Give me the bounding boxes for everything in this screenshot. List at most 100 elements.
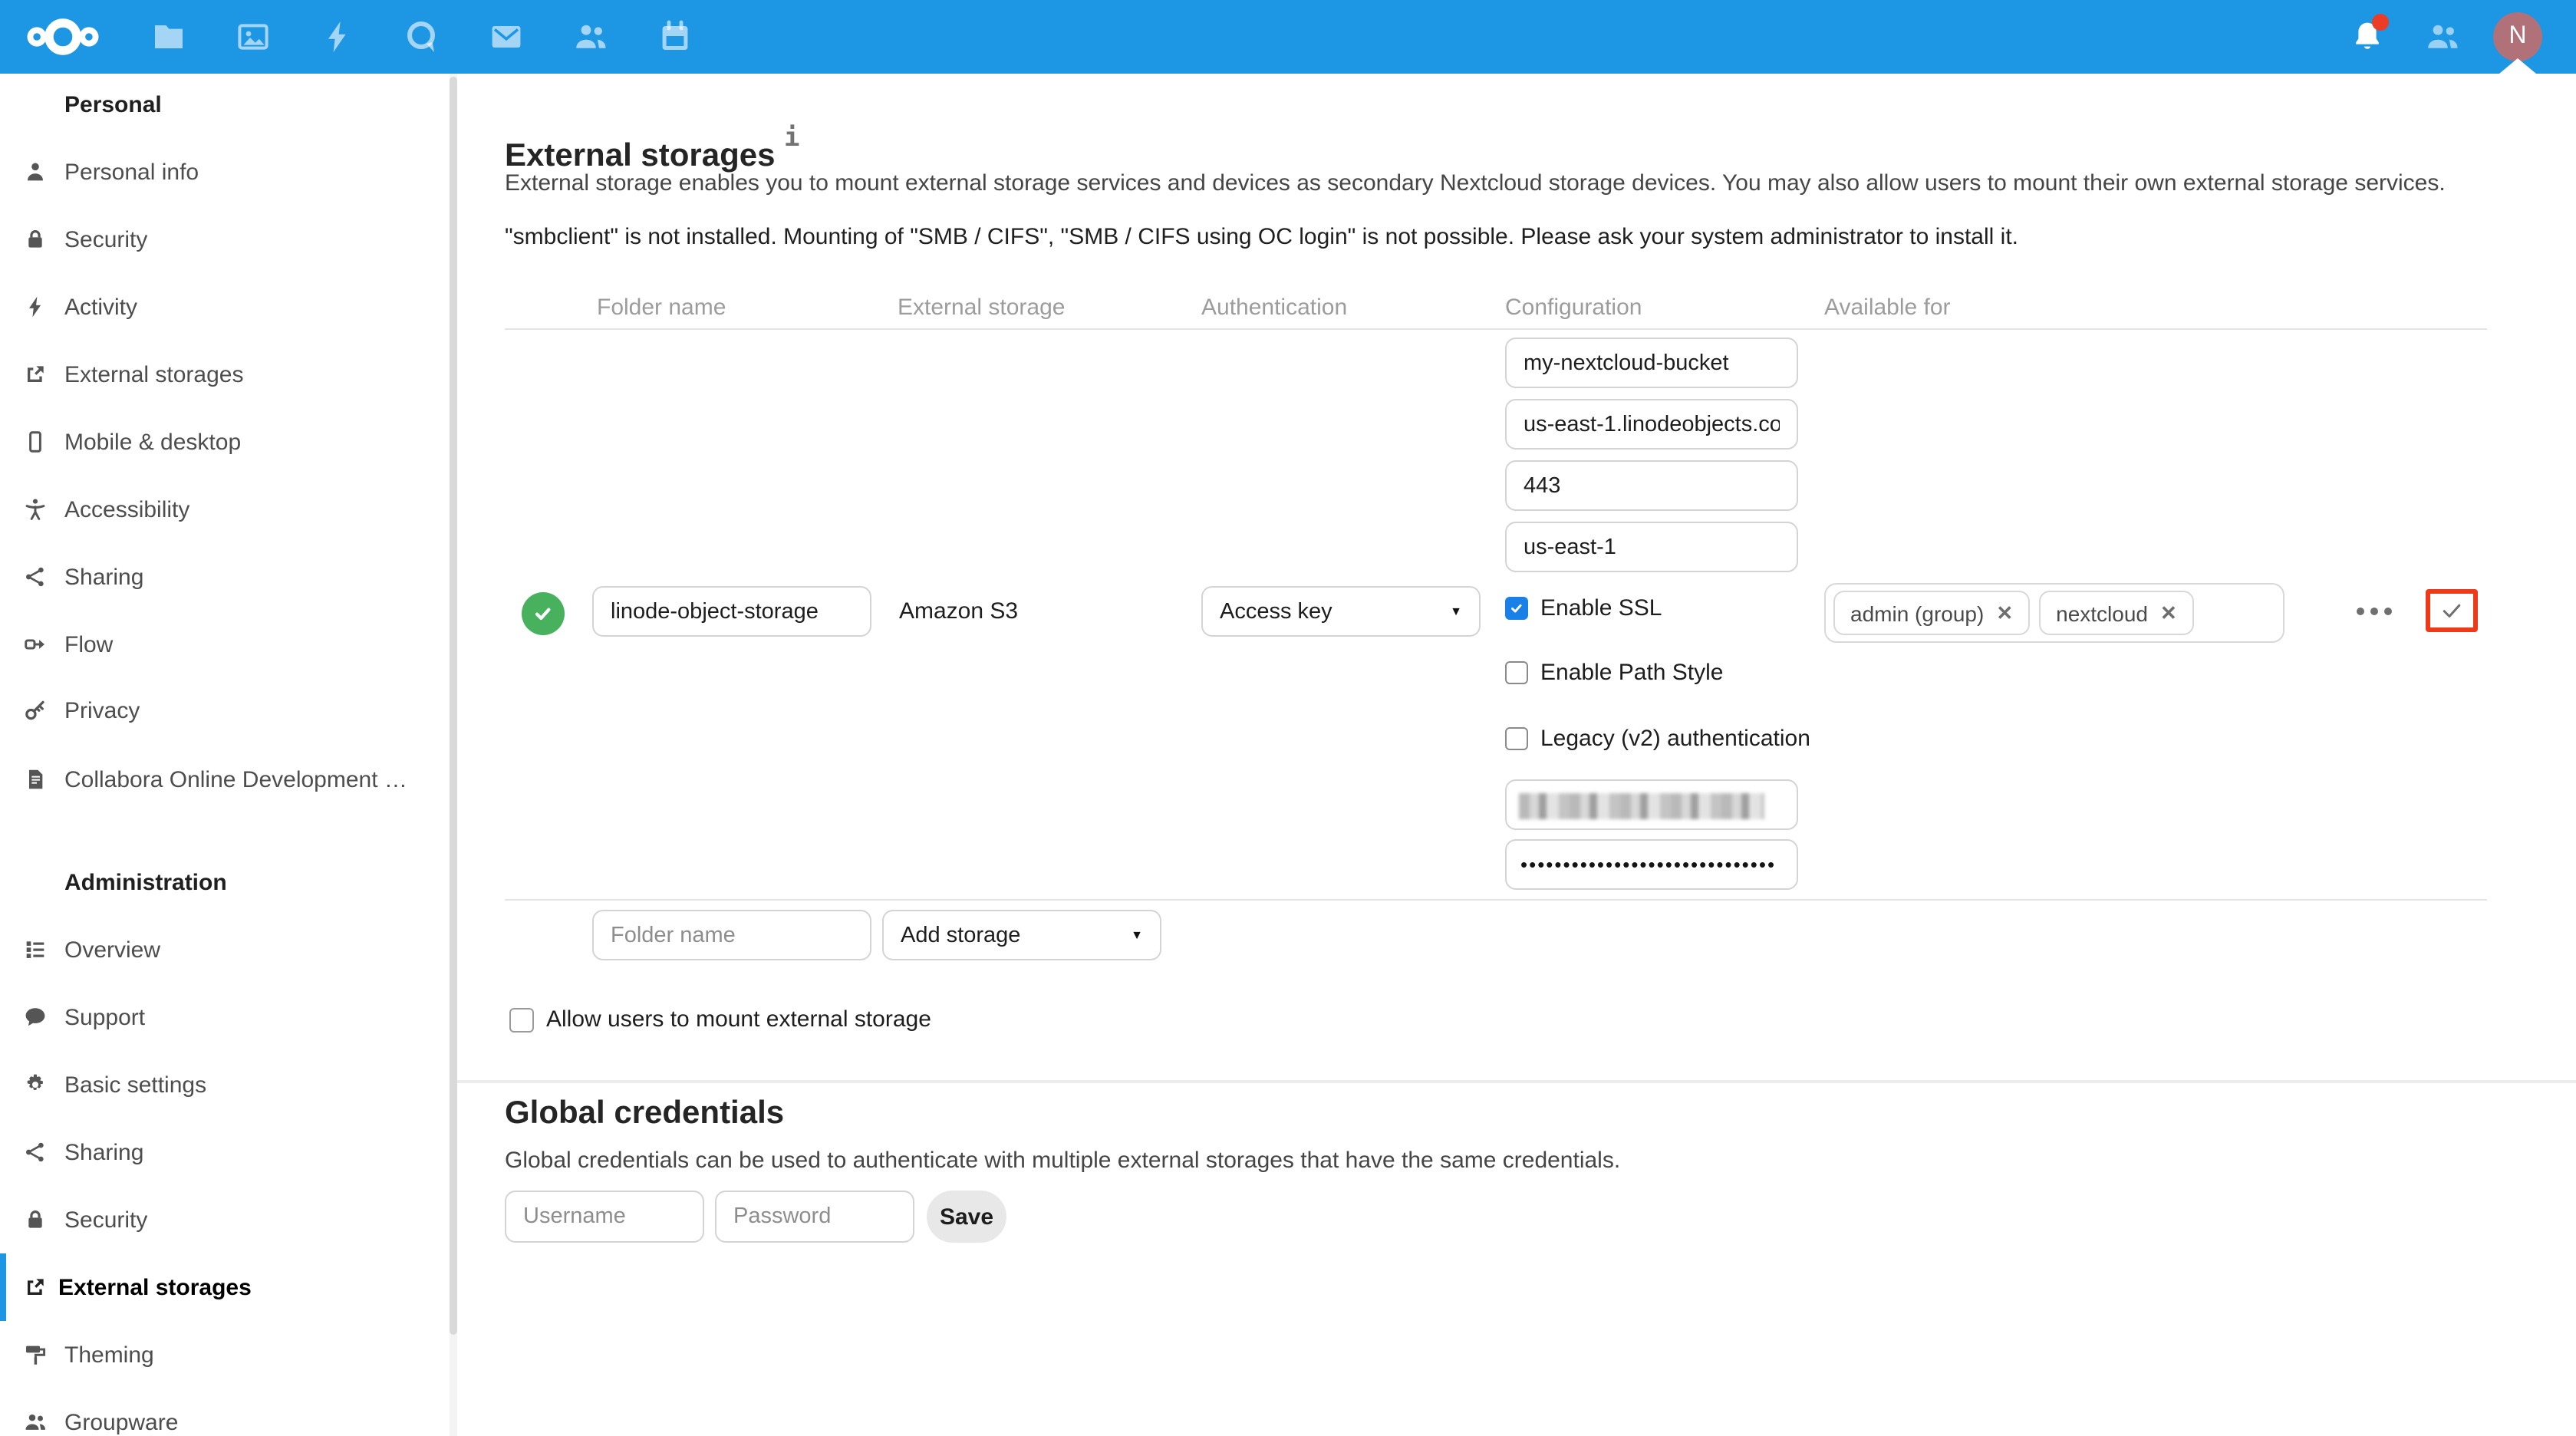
available-for-tag: admin (group) ✕ [1833, 591, 2030, 635]
photos-icon [235, 18, 272, 55]
enable-path-style-label: Enable Path Style [1540, 660, 1724, 686]
files-app-button[interactable] [150, 18, 187, 55]
sidebar-scrollbar-thumb[interactable] [450, 77, 457, 1335]
tag-label: admin (group) [1850, 601, 1984, 625]
ellipsis-icon [2370, 608, 2378, 615]
global-credentials-title: Global credentials [505, 1095, 784, 1132]
list-icon [23, 937, 48, 962]
row-options-menu-button[interactable] [2357, 608, 2392, 615]
tag-remove-icon[interactable]: ✕ [2160, 601, 2177, 625]
authentication-select[interactable]: Access key ▼ [1201, 586, 1481, 637]
photos-app-button[interactable] [235, 18, 272, 55]
folder-name-input[interactable] [592, 586, 871, 637]
sidebar-item-label: Flow [64, 631, 113, 657]
column-header-configuration: Configuration [1505, 295, 1642, 321]
sidebar-item-label: Personal info [64, 159, 199, 185]
calendar-app-button[interactable] [657, 18, 693, 55]
sidebar-item-label: Privacy [64, 697, 140, 723]
column-header-authentication: Authentication [1201, 295, 1347, 321]
sidebar-item-label: Theming [64, 1342, 154, 1368]
sidebar-item-groupware[interactable]: Groupware [0, 1388, 457, 1436]
sidebar-item-label: Groupware [64, 1409, 178, 1435]
sidebar-item-collabora[interactable]: Collabora Online Development Edit… [0, 746, 457, 813]
mail-icon [488, 18, 525, 55]
phone-icon [23, 430, 48, 454]
contacts-menu-button[interactable] [2424, 18, 2461, 55]
region-input[interactable] [1505, 522, 1798, 572]
sidebar-item-security-admin[interactable]: Security [0, 1186, 457, 1253]
settings-caret [2499, 58, 2536, 74]
sidebar-item-mobile-desktop[interactable]: Mobile & desktop [0, 408, 457, 476]
sidebar-item-personal-info[interactable]: Personal info [0, 138, 457, 206]
legacy-auth-row: Legacy (v2) authentication [1505, 726, 1810, 752]
add-storage-select[interactable]: Add storage ▼ [882, 910, 1161, 960]
allow-users-label: Allow users to mount external storage [546, 1006, 931, 1033]
global-username-input[interactable] [505, 1191, 704, 1243]
allow-users-checkbox[interactable] [509, 1007, 534, 1032]
enable-path-style-checkbox[interactable] [1505, 661, 1528, 684]
sidebar-item-sharing-admin[interactable]: Sharing [0, 1118, 457, 1186]
sidebar-item-external-storages-admin[interactable]: External storages [0, 1253, 463, 1321]
save-button[interactable]: Save [927, 1191, 1006, 1243]
sidebar-item-label: Security [64, 1207, 147, 1233]
sidebar-item-label: External storages [64, 361, 243, 387]
activity-app-button[interactable] [319, 18, 356, 55]
sidebar-item-label: Sharing [64, 1139, 143, 1165]
talk-app-button[interactable] [404, 18, 440, 55]
sidebar-item-label: Accessibility [64, 496, 189, 522]
notifications-button[interactable] [2349, 18, 2386, 55]
sidebar-item-theming[interactable]: Theming [0, 1321, 457, 1388]
document-icon [23, 767, 48, 792]
sidebar-item-accessibility[interactable]: Accessibility [0, 476, 457, 543]
contacts-icon [572, 18, 609, 55]
port-input[interactable] [1505, 460, 1798, 511]
new-folder-name-input[interactable] [592, 910, 871, 960]
access-key-input[interactable] [1505, 779, 1798, 830]
legacy-auth-checkbox[interactable] [1505, 727, 1528, 750]
redacted-access-key-value [1519, 793, 1764, 819]
secret-key-input[interactable]: •••••••••••••••••••••••••••••• [1505, 839, 1798, 890]
sidebar-item-privacy[interactable]: Privacy [0, 677, 457, 744]
sidebar-item-sharing-personal[interactable]: Sharing [0, 543, 457, 611]
sidebar-item-basic-settings[interactable]: Basic settings [0, 1051, 457, 1118]
people-icon [2424, 18, 2461, 55]
info-icon[interactable]: i [784, 123, 800, 153]
sidebar-section-administration: Administration [64, 870, 227, 896]
sidebar-item-support[interactable]: Support [0, 983, 457, 1051]
sidebar-item-label: Support [64, 1004, 145, 1030]
available-for-field[interactable]: admin (group) ✕ nextcloud ✕ [1824, 583, 2284, 643]
sidebar-item-label: Basic settings [64, 1072, 206, 1098]
column-header-folder-name: Folder name [597, 295, 726, 321]
settings-sidebar: Personal Personal info Security Activity… [0, 74, 457, 1436]
sidebar-item-label: Sharing [64, 564, 143, 590]
nextcloud-logo-icon[interactable] [23, 14, 103, 60]
sidebar-item-label: Activity [64, 294, 137, 320]
mail-app-button[interactable] [488, 18, 525, 55]
tag-label: nextcloud [2056, 601, 2148, 625]
tag-remove-icon[interactable]: ✕ [1996, 601, 2013, 625]
sidebar-item-label: External storages [58, 1274, 252, 1300]
save-storage-button[interactable] [2426, 589, 2478, 632]
bucket-input[interactable] [1505, 338, 1798, 388]
enable-ssl-checkbox[interactable] [1505, 597, 1528, 620]
ellipsis-icon [2384, 608, 2392, 615]
smbclient-warning: "smbclient" is not installed. Mounting o… [505, 224, 2499, 250]
sidebar-item-security-personal[interactable]: Security [0, 206, 457, 273]
table-row-divider [505, 899, 2487, 901]
sidebar-item-overview[interactable]: Overview [0, 916, 457, 983]
authentication-selected-value: Access key [1220, 599, 1332, 624]
lock-icon [23, 1207, 48, 1232]
avatar[interactable]: N [2493, 12, 2542, 61]
allow-users-row: Allow users to mount external storage [509, 1006, 931, 1033]
enable-ssl-row: Enable SSL [1505, 595, 1662, 621]
sidebar-section-personal: Personal [64, 92, 162, 118]
global-password-input[interactable] [715, 1191, 914, 1243]
sidebar-scrollbar [450, 74, 457, 1436]
sidebar-item-activity[interactable]: Activity [0, 273, 457, 341]
sidebar-item-external-storages-personal[interactable]: External storages [0, 341, 457, 408]
hostname-input[interactable] [1505, 399, 1798, 450]
contacts-app-button[interactable] [572, 18, 609, 55]
sidebar-item-flow[interactable]: Flow [0, 611, 457, 678]
chat-icon [23, 1005, 48, 1029]
add-storage-selected-value: Add storage [901, 923, 1020, 947]
